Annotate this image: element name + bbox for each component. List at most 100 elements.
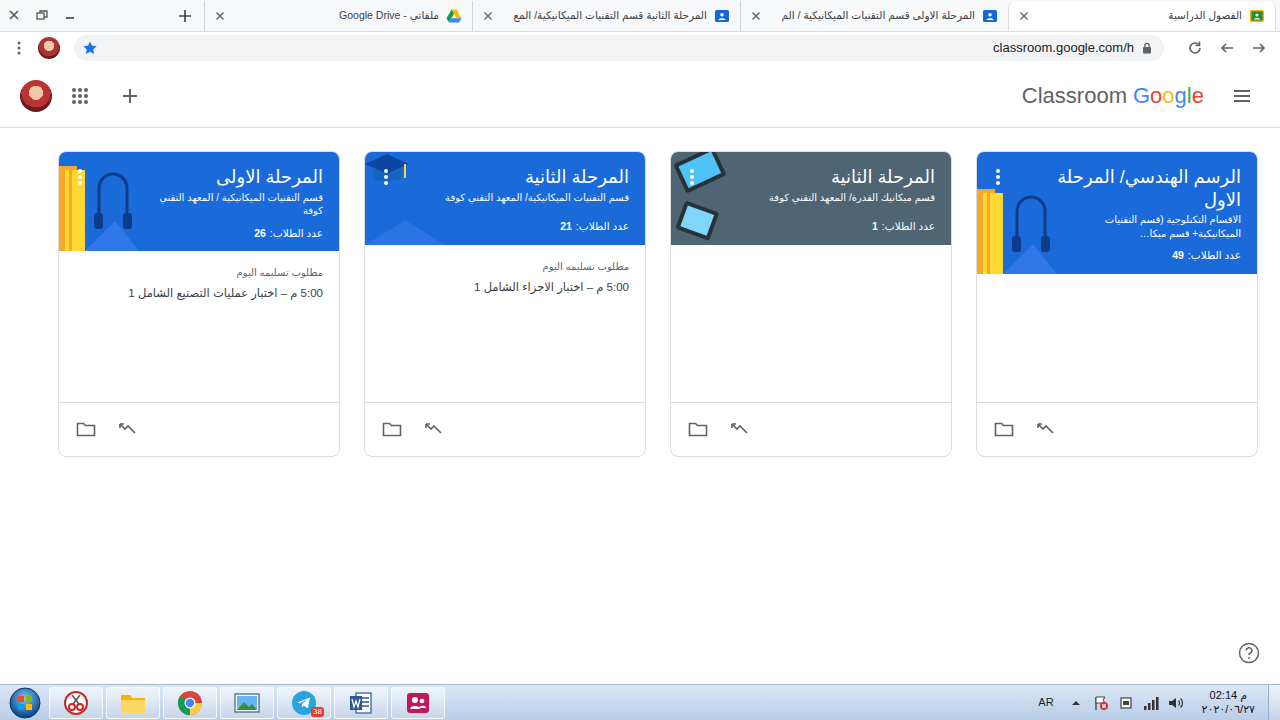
student-count-value: 1 [872,220,878,232]
close-icon[interactable] [483,11,493,21]
star-icon[interactable] [82,40,98,56]
classroom-logo[interactable]: GoogleClassroom [1022,79,1204,112]
reload-icon[interactable] [1182,35,1208,61]
student-count-value: 49 [1172,249,1184,261]
unread-badge: 38 [311,707,324,717]
clock-time: 02:14 م [1202,689,1255,703]
class-title[interactable]: المرحلة الثانية [443,166,629,189]
taskbar-app[interactable] [391,687,445,719]
books-illustration-icon [59,158,139,251]
student-count-label: عدد الطلاب: [882,220,935,232]
class-card-body: مطلوب تسليمه اليوم5:00 م – اختبار عمليات… [59,251,339,402]
class-title[interactable]: المرحلة الثانية [749,166,935,189]
class-card-header[interactable]: المرحلة الثانية قسم التقنيات الميكانيكية/… [365,152,645,245]
back-icon[interactable] [1246,35,1272,61]
snipping-icon [63,690,89,716]
folder-icon[interactable] [73,416,99,442]
more-options-icon[interactable] [77,168,83,186]
taskbar-app[interactable] [220,687,274,719]
trending-icon[interactable] [115,416,141,442]
trending-icon[interactable] [727,416,753,442]
student-count-value: 26 [254,227,266,239]
apps-grid-icon[interactable] [58,74,102,118]
explorer-icon [119,691,147,715]
forward-icon[interactable] [1214,35,1240,61]
due-label: مطلوب تسليمه اليوم [381,259,629,274]
folder-icon[interactable] [379,416,405,442]
volume-icon[interactable] [1165,692,1187,714]
lock-icon [1142,42,1152,54]
student-count: عدد الطلاب: 1 [749,211,935,235]
windows-start-icon[interactable] [4,686,46,720]
photos-icon [233,691,261,715]
taskbar-app[interactable] [163,687,217,719]
browser-toolbar: classroom.google.com/h [0,32,1280,64]
student-count: عدد الطلاب: 26 [137,218,323,242]
class-card-header[interactable]: المرحلة الثانية قسم ميكانيك القدرة/ المعه… [671,152,951,245]
taskbar-app[interactable] [49,687,103,719]
help-icon[interactable] [1238,642,1260,664]
profile-avatar[interactable] [38,37,60,59]
tab-title: ملفاتي - Google Drive [232,8,439,24]
action-center-icon[interactable] [1090,692,1112,714]
folder-icon[interactable] [685,416,711,442]
logo-product: Classroom [1022,79,1127,112]
class-title[interactable]: المرحلة الاولى [137,166,323,189]
class-subtitle: قسم التقنيات الميكانيكية/ المعهد التقني … [443,191,629,205]
browser-tab[interactable]: ملفاتي - Google Drive [204,1,472,31]
due-assignment[interactable]: 5:00 م – اختبار الاجزاء الشامل 1 [381,279,629,296]
tab-title: المرحلة الثانية قسم التقنيات الميكانيكية… [500,8,707,24]
class-card-header[interactable]: المرحلة الاولىقسم التقنيات الميكانيكية /… [59,152,339,251]
student-count-value: 21 [560,220,572,232]
restore-icon[interactable] [28,1,56,29]
student-count-label: عدد الطلاب: [270,227,323,239]
input-language[interactable]: AR [1038,694,1053,711]
browser-tab[interactable]: الفصول الدراسية [1008,1,1276,31]
tab-strip: الفصول الدراسيةالمرحلة الاولى قسم التقني… [0,0,1280,32]
taskbar-app[interactable]: 38 [277,687,331,719]
class-card-footer [59,402,339,456]
close-icon[interactable] [1019,11,1029,21]
taskbar: 38 AR 02:14 م٢٠٢٠/٠٦/٢٧ [0,684,1280,720]
window-close-icon[interactable] [0,1,28,29]
class-card[interactable]: الرسم الهندسي/ المرحلة الاولالاقسام التك… [976,151,1258,457]
clock[interactable]: 02:14 م٢٠٢٠/٠٦/٢٧ [1190,689,1265,717]
class-subtitle: قسم ميكانيك القدرة/ المعهد التقني كوفة [749,191,935,205]
class-card[interactable]: المرحلة الثانية قسم ميكانيك القدرة/ المعه… [670,151,952,457]
taskbar-app[interactable] [334,687,388,719]
tablets-illustration-icon [671,152,751,245]
close-icon[interactable] [215,11,225,21]
due-assignment[interactable]: 5:00 م – اختبار عمليات التصنيع الشامل 1 [75,285,323,302]
menu-icon[interactable] [6,35,32,61]
hamburger-icon[interactable] [1220,74,1264,118]
class-card[interactable]: المرحلة الثانية قسم التقنيات الميكانيكية/… [364,151,646,457]
more-options-icon[interactable] [995,168,1001,186]
trending-icon[interactable] [421,416,447,442]
taskbar-app[interactable] [106,687,160,719]
class-card[interactable]: المرحلة الاولىقسم التقنيات الميكانيكية /… [58,151,340,457]
new-tab-icon[interactable] [170,1,200,31]
address-bar[interactable]: classroom.google.com/h [74,35,1164,61]
more-options-icon[interactable] [689,168,695,186]
device-icon[interactable] [1115,692,1137,714]
folder-icon[interactable] [991,416,1017,442]
add-icon[interactable] [108,74,152,118]
browser-tab[interactable]: المرحلة الثانية قسم التقنيات الميكانيكية… [472,1,740,31]
logo-brand: Google [1133,79,1204,112]
account-avatar[interactable] [20,80,52,112]
trending-icon[interactable] [1033,416,1059,442]
browser-tab[interactable]: المرحلة الاولى قسم التقنيات الميكانيكية … [740,1,1008,31]
signal-icon[interactable] [1140,692,1162,714]
close-icon[interactable] [751,11,761,21]
classroom-icon [982,8,998,24]
show-desktop-button[interactable] [1268,685,1280,720]
minimize-icon[interactable] [56,1,84,29]
classroom-header: GoogleClassroom [0,64,1280,128]
student-count-label: عدد الطلاب: [576,220,629,232]
class-card-header[interactable]: الرسم الهندسي/ المرحلة الاولالاقسام التك… [977,152,1257,274]
class-title[interactable]: الرسم الهندسي/ المرحلة الاول [1055,166,1241,211]
classroom-icon [1249,8,1265,24]
url-text: classroom.google.com/h [993,38,1134,58]
show-hidden-icon[interactable] [1065,692,1087,714]
more-options-icon[interactable] [383,168,389,186]
